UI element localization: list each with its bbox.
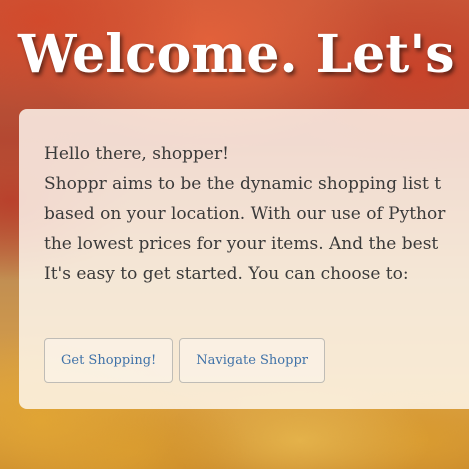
- navigate-shoppr-button[interactable]: Navigate Shoppr: [179, 338, 325, 383]
- intro-line: Shoppr aims to be the dynamic shopping l…: [44, 174, 442, 194]
- get-shopping-button[interactable]: Get Shopping!: [44, 338, 174, 383]
- welcome-panel: Hello there, shopper! Shoppr aims to be …: [19, 109, 469, 409]
- intro-line: It's easy to get started. You can choose…: [44, 264, 409, 284]
- intro-line: based on your location. With our use of …: [44, 204, 446, 224]
- page-title: Welcome. Let's: [18, 24, 455, 85]
- intro-line: the lowest prices for your items. And th…: [44, 234, 439, 254]
- greeting-line: Hello there, shopper!: [44, 144, 229, 164]
- action-buttons: Get Shopping! Navigate Shoppr: [44, 338, 325, 383]
- intro-text: Hello there, shopper! Shoppr aims to be …: [44, 139, 469, 289]
